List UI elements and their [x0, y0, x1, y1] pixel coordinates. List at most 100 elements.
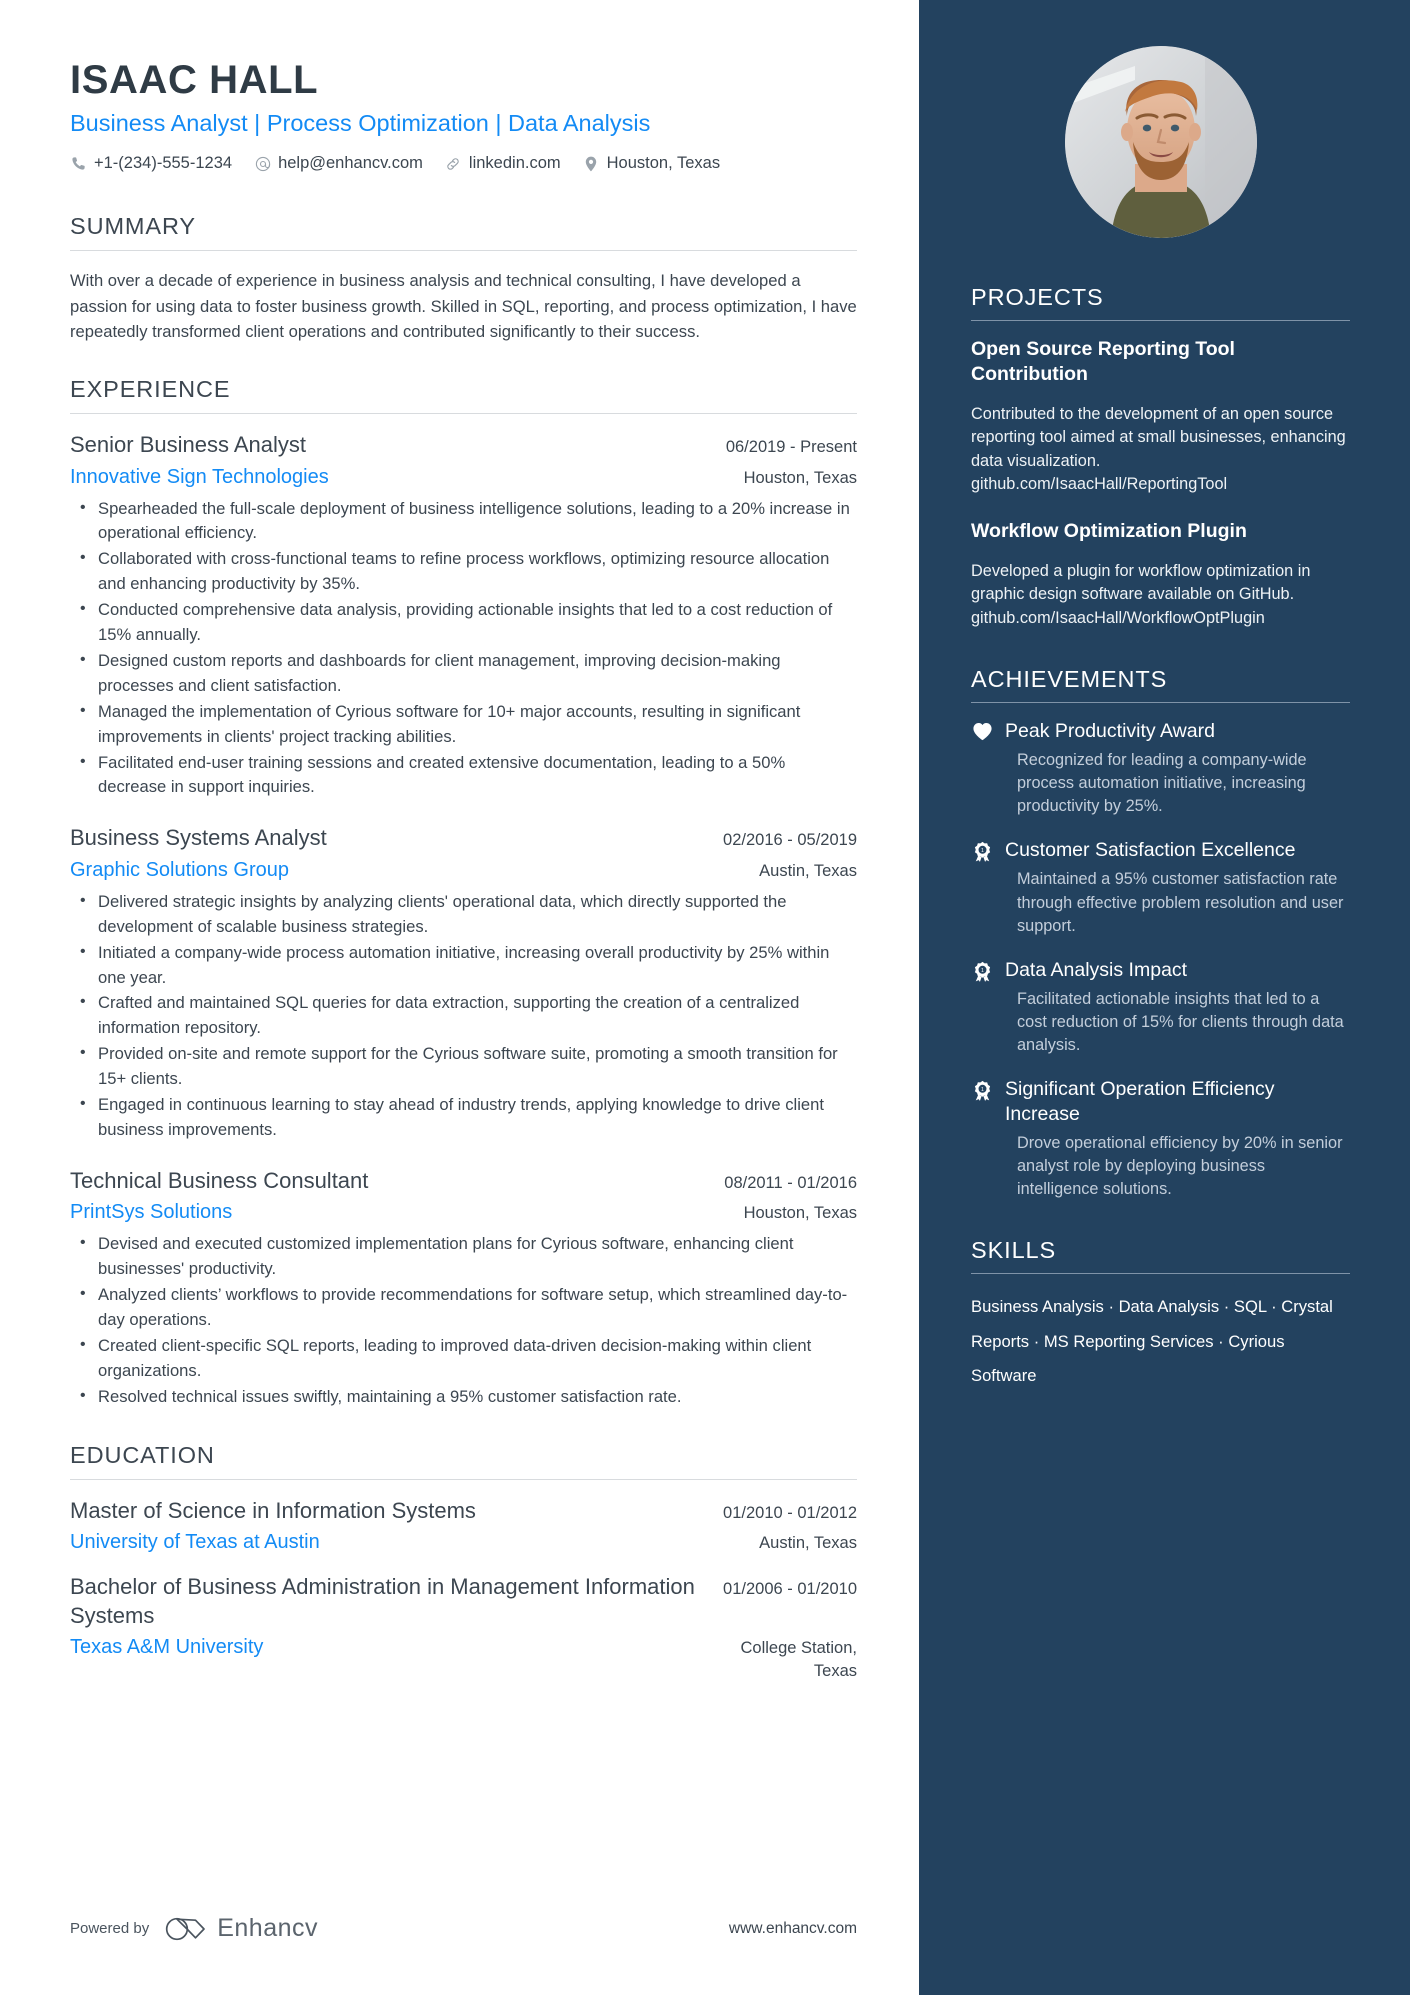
education-entry-header: Bachelor of Business Administration in M…: [70, 1573, 857, 1630]
skills-section: SKILLS Business Analysis · Data Analysis…: [971, 1237, 1350, 1392]
achievement-description: Recognized for leading a company-wide pr…: [1017, 750, 1307, 816]
education-entry-header: Master of Science in Information Systems…: [70, 1497, 857, 1526]
experience-entry-subheader: Graphic Solutions Group Austin, Texas: [70, 857, 857, 883]
job-date-range: 06/2019 - Present: [725, 438, 857, 456]
avatar: [1064, 46, 1257, 238]
enhancv-wordmark: Enhancv: [217, 1914, 319, 1942]
company-name[interactable]: Graphic Solutions Group: [70, 857, 739, 883]
achievement-title: Data Analysis Impact: [1005, 958, 1188, 981]
contact-text: linkedin.com: [468, 154, 561, 173]
job-location: Houston, Texas: [743, 468, 857, 487]
svg-text:1: 1: [981, 1087, 984, 1093]
section-divider: [70, 1478, 857, 1480]
experience-bullet-list: Delivered strategic insights by analyzin…: [70, 889, 857, 1143]
job-location: Austin, Texas: [759, 861, 857, 880]
achievements-section: ACHIEVEMENTS Peak Productivity Award Reco…: [971, 666, 1350, 1201]
svg-text:1: 1: [981, 848, 984, 854]
experience-bullet: Managed the implementation of Cyrious so…: [70, 699, 857, 750]
education-entry-subheader: University of Texas at Austin Austin, Tex…: [70, 1529, 857, 1555]
projects-heading: PROJECTS: [971, 284, 1104, 310]
experience-bullet: Created client-specific SQL reports, lea…: [70, 1333, 857, 1384]
experience-entry-header: Technical Business Consultant 08/2011 - 0…: [70, 1167, 857, 1196]
sidebar: PROJECTS Open Source Reporting Tool Cont…: [919, 0, 1410, 1995]
experience-bullet: Facilitated end-user training sessions a…: [70, 750, 857, 801]
achievements-list: Peak Productivity Award Recognized for le…: [971, 719, 1350, 1201]
summary-section: SUMMARY With over a decade of experience…: [70, 213, 857, 344]
experience-bullet: Delivered strategic insights by analyzin…: [70, 889, 857, 940]
phone-icon: [70, 155, 87, 172]
experience-entry-subheader: PrintSys Solutions Houston, Texas: [70, 1199, 857, 1225]
skill-item: MS Reporting Services: [1043, 1331, 1214, 1351]
experience-entry-header: Business Systems Analyst 02/2016 - 05/201…: [70, 824, 857, 853]
experience-bullet-list: Spearheaded the full-scale deployment of…: [70, 496, 857, 801]
skill-separator: ·: [1266, 1297, 1282, 1317]
company-name[interactable]: PrintSys Solutions: [70, 1199, 724, 1225]
powered-by-label: Powered by: [70, 1920, 150, 1937]
achievement-title: Significant Operation Efficiency Increas…: [1005, 1078, 1275, 1126]
experience-section: EXPERIENCE Senior Business Analyst 06/201…: [70, 376, 857, 1410]
education-entry-subheader: Texas A&M University College Station, Tex…: [70, 1634, 857, 1683]
experience-bullet: Conducted comprehensive data analysis, p…: [70, 597, 857, 648]
education-section: EDUCATION Master of Science in Informati…: [70, 1442, 857, 1683]
email-icon: [254, 155, 271, 172]
job-title: Business Systems Analyst: [70, 825, 327, 851]
svg-text:1: 1: [981, 968, 984, 974]
education-entry: Master of Science in Information Systems…: [70, 1497, 857, 1556]
skills-list: Business Analysis · Data Analysis · SQL …: [971, 1290, 1350, 1392]
skill-separator: ·: [1103, 1297, 1119, 1317]
skill-item: Data Analysis: [1118, 1297, 1220, 1317]
section-divider: [971, 320, 1350, 321]
contact-text: help@enhancv.com: [278, 154, 423, 173]
education-entry: Bachelor of Business Administration in M…: [70, 1573, 857, 1683]
contact-item-location-pin[interactable]: Houston, Texas: [583, 154, 720, 173]
experience-bullet: Collaborated with cross-functional teams…: [70, 546, 857, 597]
main-column: ISAAC HALL Business Analyst | Process Op…: [0, 0, 919, 1995]
experience-bullet: Provided on-site and remote support for …: [70, 1041, 857, 1092]
degree-title: Bachelor of Business Administration in M…: [70, 1574, 695, 1628]
award-ribbon-icon: 1: [971, 838, 993, 863]
contact-item-link[interactable]: linkedin.com: [445, 154, 561, 173]
achievement-description: Facilitated actionable insights that led…: [1017, 989, 1344, 1055]
experience-bullet: Engaged in continuous learning to stay a…: [70, 1092, 857, 1143]
achievement-body: Significant Operation Efficiency Increas…: [1005, 1077, 1350, 1201]
education-list: Master of Science in Information Systems…: [70, 1497, 857, 1683]
experience-entry-subheader: Innovative Sign Technologies Houston, Tex…: [70, 464, 857, 490]
avatar-wrap: [971, 0, 1350, 284]
location-pin-icon: [583, 155, 600, 172]
experience-entry: Technical Business Consultant 08/2011 - 0…: [70, 1167, 857, 1410]
skill-separator: ·: [1029, 1331, 1044, 1351]
summary-text: With over a decade of experience in busi…: [70, 271, 857, 341]
footer-url[interactable]: www.enhancv.com: [729, 1920, 857, 1938]
school-name[interactable]: University of Texas at Austin: [70, 1529, 739, 1555]
achievement-body: Customer Satisfaction Excellence Maintain…: [1005, 838, 1350, 937]
contact-text: +1-(234)-555-1234: [94, 154, 233, 173]
link-icon: [445, 155, 462, 172]
achievement-item: Peak Productivity Award Recognized for le…: [971, 719, 1350, 818]
skill-item: SQL: [1233, 1297, 1267, 1317]
school-location: College Station, Texas: [740, 1639, 858, 1681]
summary-heading: SUMMARY: [70, 213, 196, 240]
experience-bullet: Spearheaded the full-scale deployment of…: [70, 496, 857, 547]
job-date-range: 08/2011 - 01/2016: [724, 1173, 857, 1192]
achievement-item: 1 Data Analysis Impact Facilitated actiona…: [971, 958, 1350, 1057]
achievement-description: Maintained a 95% customer satisfaction r…: [1017, 870, 1344, 935]
achievement-item: 1 Significant Operation Efficiency Increa…: [971, 1077, 1350, 1201]
skill-separator: ·: [1213, 1331, 1229, 1351]
company-name[interactable]: Innovative Sign Technologies: [70, 464, 724, 490]
contact-item-phone[interactable]: +1-(234)-555-1234: [70, 154, 232, 173]
school-name[interactable]: Texas A&M University: [70, 1634, 677, 1660]
project-item: Open Source Reporting Tool Contribution C…: [971, 337, 1350, 497]
projects-list: Open Source Reporting Tool Contribution C…: [971, 337, 1350, 630]
skills-heading: SKILLS: [971, 1237, 1057, 1264]
job-location: Houston, Texas: [743, 1204, 857, 1223]
job-title: Senior Business Analyst: [70, 432, 307, 457]
heart-icon: [971, 719, 993, 741]
degree-date-range: 01/2006 - 01/2010: [723, 1580, 857, 1599]
portrait-photo-icon: [1064, 46, 1257, 238]
experience-bullet: Initiated a company-wide process automat…: [70, 940, 857, 991]
contact-item-email[interactable]: help@enhancv.com: [254, 154, 423, 173]
achievement-body: Data Analysis Impact Facilitated actionab…: [1005, 958, 1350, 1057]
achievement-body: Peak Productivity Award Recognized for le…: [1005, 719, 1350, 818]
experience-bullet: Devised and executed customized implemen…: [70, 1231, 857, 1282]
professional-headline: Business Analyst | Process Optimization …: [70, 109, 651, 136]
